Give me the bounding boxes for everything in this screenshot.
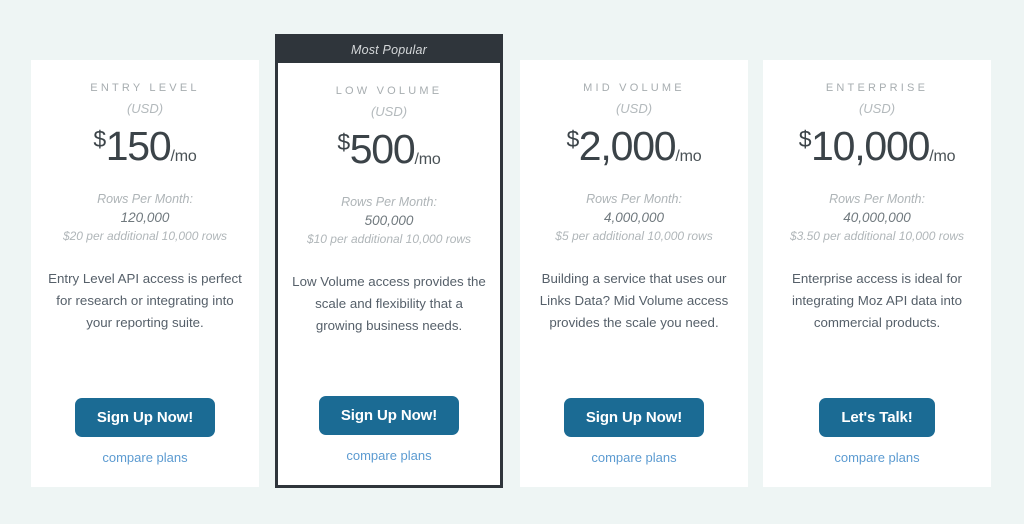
pricing-card-low-volume: Most Popular LOW VOLUME (USD) $500/mo Ro… xyxy=(275,34,503,488)
additional-rows-note: $5 per additional 10,000 rows xyxy=(555,229,713,243)
pricing-card-entry-level: ENTRY LEVEL (USD) $150/mo Rows Per Month… xyxy=(31,60,259,487)
plan-name: MID VOLUME xyxy=(583,82,685,94)
currency-note: (USD) xyxy=(126,101,164,116)
plan-description: Entry Level API access is perfect for re… xyxy=(48,271,242,330)
price-line: $150/mo xyxy=(31,117,259,179)
price-line: $2,000/mo xyxy=(520,117,748,179)
price-amount: 10,000 xyxy=(811,123,930,169)
cta-area: Let's Talk! compare plans xyxy=(763,398,991,465)
price-period: /mo xyxy=(929,148,956,165)
price-currency-symbol: $ xyxy=(798,126,812,152)
most-popular-badge: Most Popular xyxy=(278,37,500,63)
rows-per-month-value: 500,000 xyxy=(364,213,414,228)
price-line: $10,000/mo xyxy=(763,117,991,179)
compare-plans-link[interactable]: compare plans xyxy=(763,450,991,465)
price-period: /mo xyxy=(170,148,197,165)
price-currency-symbol: $ xyxy=(566,126,580,152)
cta-area: Sign Up Now! compare plans xyxy=(520,398,748,465)
price-amount: 2,000 xyxy=(578,123,677,169)
compare-plans-link[interactable]: compare plans xyxy=(278,448,500,463)
contact-sales-button[interactable]: Let's Talk! xyxy=(819,398,935,437)
price-period: /mo xyxy=(675,148,702,165)
card-body: ENTRY LEVEL (USD) $150/mo Rows Per Month… xyxy=(31,60,259,334)
pricing-table: ENTRY LEVEL (USD) $150/mo Rows Per Month… xyxy=(0,0,1024,524)
plan-name: ENTRY LEVEL xyxy=(90,82,200,94)
price-period: /mo xyxy=(414,151,441,168)
cta-area: Sign Up Now! compare plans xyxy=(31,398,259,465)
pricing-card-enterprise: ENTERPRISE (USD) $10,000/mo Rows Per Mon… xyxy=(763,60,991,487)
price-currency-symbol: $ xyxy=(337,129,350,155)
sign-up-button[interactable]: Sign Up Now! xyxy=(563,398,705,437)
sign-up-button[interactable]: Sign Up Now! xyxy=(318,396,460,435)
card-body: LOW VOLUME (USD) $500/mo Rows Per Month:… xyxy=(278,63,500,337)
plan-description: Low Volume access provides the scale and… xyxy=(292,274,486,333)
card-body: MID VOLUME (USD) $2,000/mo Rows Per Mont… xyxy=(520,60,748,334)
card-body: ENTERPRISE (USD) $10,000/mo Rows Per Mon… xyxy=(763,60,991,334)
currency-note: (USD) xyxy=(370,104,408,119)
rows-per-month-label: Rows Per Month: xyxy=(341,195,437,209)
price-amount: 150 xyxy=(105,123,172,169)
additional-rows-note: $10 per additional 10,000 rows xyxy=(306,232,472,246)
compare-plans-link[interactable]: compare plans xyxy=(31,450,259,465)
rows-per-month-value: 120,000 xyxy=(120,210,170,225)
rows-per-month-label: Rows Per Month: xyxy=(97,192,193,206)
compare-plans-link[interactable]: compare plans xyxy=(520,450,748,465)
cta-area: Sign Up Now! compare plans xyxy=(278,396,500,463)
currency-note: (USD) xyxy=(858,101,896,116)
currency-note: (USD) xyxy=(615,101,653,116)
rows-per-month-value: 40,000,000 xyxy=(843,210,911,225)
price-currency-symbol: $ xyxy=(93,126,106,152)
price-line: $500/mo xyxy=(278,120,500,182)
plan-name: ENTERPRISE xyxy=(825,82,929,94)
rows-per-month-label: Rows Per Month: xyxy=(829,192,925,206)
plan-name: LOW VOLUME xyxy=(335,85,443,97)
sign-up-button[interactable]: Sign Up Now! xyxy=(74,398,216,437)
rows-per-month-value: 4,000,000 xyxy=(603,210,665,225)
additional-rows-note: $3.50 per additional 10,000 rows xyxy=(789,229,965,243)
rows-per-month-label: Rows Per Month: xyxy=(586,192,682,206)
plan-description: Building a service that uses our Links D… xyxy=(539,271,729,330)
price-amount: 500 xyxy=(349,126,416,172)
pricing-card-mid-volume: MID VOLUME (USD) $2,000/mo Rows Per Mont… xyxy=(520,60,748,487)
additional-rows-note: $20 per additional 10,000 rows xyxy=(62,229,228,243)
plan-description: Enterprise access is ideal for integrati… xyxy=(791,271,962,330)
